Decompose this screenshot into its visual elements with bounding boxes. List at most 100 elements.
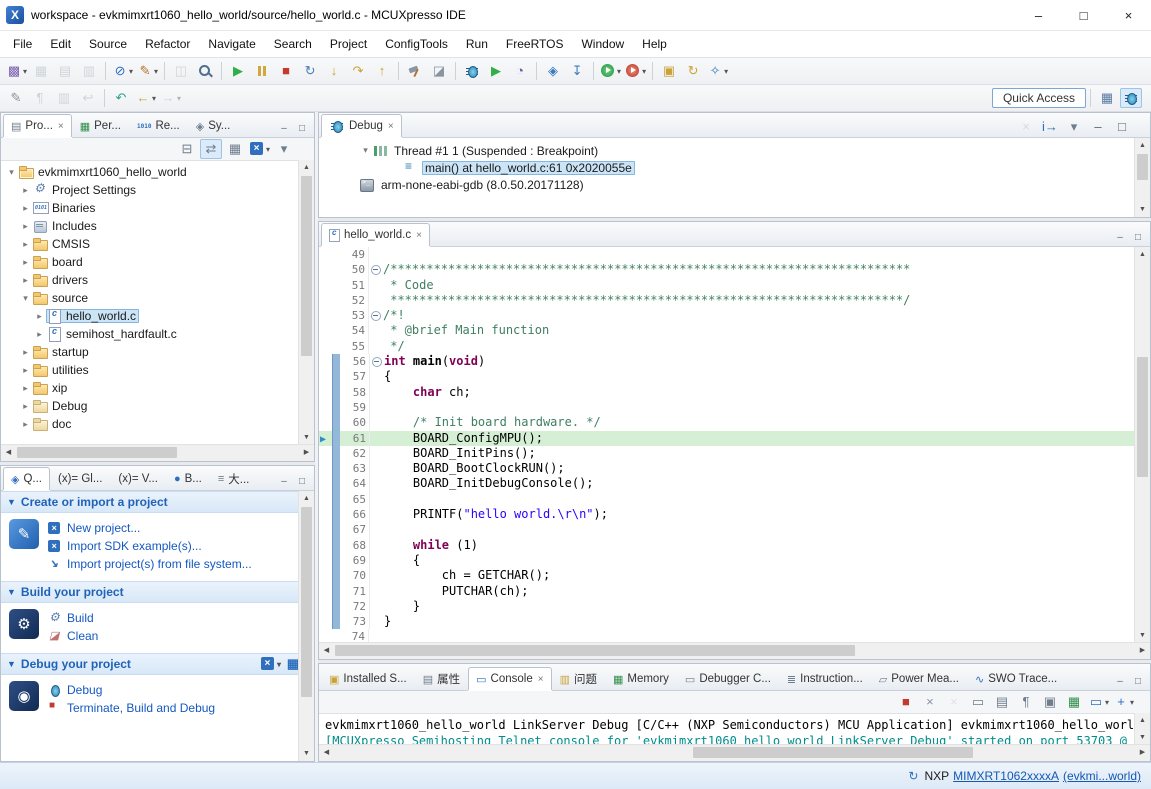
- show-stack-details-button[interactable]: i→: [1039, 117, 1061, 137]
- code-line-60[interactable]: 60 /* Init board hardware. */: [319, 415, 1150, 430]
- tab-x-gl[interactable]: (x)= Gl...: [50, 467, 110, 490]
- filter-config-button[interactable]: ▾: [248, 139, 271, 159]
- import-sdk-examples-button[interactable]: ↧: [566, 61, 588, 81]
- twisty-icon[interactable]: ▸: [19, 275, 32, 286]
- scroll-up-icon[interactable]: ▲: [1135, 138, 1150, 153]
- editor-vscrollbar[interactable]: ▲ ▼: [1134, 247, 1150, 643]
- scroll-up-icon[interactable]: ▲: [1135, 247, 1150, 262]
- minimize-panel-icon[interactable]: –: [1111, 228, 1129, 246]
- code-line-54[interactable]: 54 * @brief Main function: [319, 323, 1150, 338]
- refresh-button[interactable]: ↻: [682, 61, 704, 81]
- twisty-icon[interactable]: ▸: [19, 257, 32, 268]
- tree-item-startup[interactable]: ▸startup: [1, 343, 314, 361]
- tab-b[interactable]: ●B...: [166, 467, 210, 490]
- section-collapse-icon[interactable]: ▼: [7, 659, 16, 669]
- step-over-button[interactable]: ↷: [347, 61, 369, 81]
- code-line-61[interactable]: ▶61 BOARD_ConfigMPU();: [319, 431, 1150, 446]
- scroll-thumb[interactable]: [301, 507, 312, 697]
- scroll-thumb[interactable]: [693, 747, 973, 758]
- scroll-up-icon[interactable]: ▲: [299, 160, 314, 175]
- tree-item-xip[interactable]: ▸xip: [1, 379, 314, 397]
- scroll-thumb[interactable]: [1137, 154, 1148, 180]
- maximize-panel-icon[interactable]: □: [1129, 228, 1147, 246]
- remove-all-terminated-button[interactable]: ×: [943, 692, 965, 712]
- debug-perspective-button[interactable]: [1120, 88, 1142, 108]
- debug-row-main[interactable]: main() at hello_world.c:61 0x2020055e: [319, 159, 1150, 176]
- code-line-70[interactable]: 70 ch = GETCHAR();: [319, 568, 1150, 583]
- code-editor[interactable]: 4950/***********************************…: [319, 247, 1150, 642]
- scroll-thumb[interactable]: [1137, 357, 1148, 477]
- installed-sdks-button[interactable]: ▣: [658, 61, 680, 81]
- terminate-button[interactable]: ■: [275, 61, 297, 81]
- remove-launch-button[interactable]: ×: [919, 692, 941, 712]
- tab-q[interactable]: ◈Q...: [3, 467, 50, 490]
- scroll-down-icon[interactable]: ▼: [1135, 628, 1150, 643]
- target-sync-icon[interactable]: ↻: [908, 769, 918, 783]
- toggle-watchpoint-button[interactable]: ✎▾: [136, 61, 159, 81]
- quickstart-action-new-project[interactable]: New project...: [48, 519, 252, 537]
- scroll-left-icon[interactable]: ◀: [319, 643, 334, 658]
- restart-button[interactable]: ↻: [299, 61, 321, 81]
- device-link[interactable]: MIMXRT1062xxxxA: [953, 769, 1059, 783]
- scroll-left-icon[interactable]: ◀: [319, 745, 334, 760]
- code-line-71[interactable]: 71 PUTCHAR(ch);: [319, 584, 1150, 599]
- menu-item-help[interactable]: Help: [633, 33, 676, 55]
- new-project-wizard-button[interactable]: ◈: [542, 61, 564, 81]
- forward-button[interactable]: →▾: [159, 88, 182, 108]
- quickstart-action-debug[interactable]: Debug: [48, 681, 215, 699]
- section-header-create-or-import-a-project[interactable]: ▼Create or import a project: [1, 491, 314, 513]
- code-line-55[interactable]: 55 */: [319, 339, 1150, 354]
- maximize-button[interactable]: □: [1111, 117, 1133, 137]
- menu-item-refactor[interactable]: Refactor: [136, 33, 199, 55]
- show-whitespace-button[interactable]: ¶: [29, 88, 51, 108]
- close-icon[interactable]: ×: [58, 121, 64, 132]
- twisty-icon[interactable]: ▸: [33, 311, 46, 322]
- minimize-panel-icon[interactable]: –: [1111, 672, 1129, 690]
- quick-access-button[interactable]: Quick Access: [992, 88, 1086, 108]
- tree-item-binaries[interactable]: ▸Binaries: [1, 199, 314, 217]
- maximize-panel-icon[interactable]: □: [1129, 672, 1147, 690]
- tab-x-v[interactable]: (x)= V...: [110, 467, 166, 490]
- terminate-button[interactable]: ■: [895, 692, 917, 712]
- code-line-49[interactable]: 49: [319, 247, 1150, 262]
- section-collapse-icon[interactable]: ▼: [7, 497, 16, 507]
- menu-item-configtools[interactable]: ConfigTools: [376, 33, 457, 55]
- code-line-58[interactable]: 58 char ch;: [319, 385, 1150, 400]
- code-line-67[interactable]: 67: [319, 522, 1150, 537]
- tab-per[interactable]: ▦Per...: [72, 114, 129, 137]
- word-wrap-button[interactable]: ↩: [77, 88, 99, 108]
- code-line-51[interactable]: 51 * Code: [319, 278, 1150, 293]
- quickstart-action-import-sdk-example-s[interactable]: Import SDK example(s)...: [48, 537, 252, 555]
- scroll-lock-button[interactable]: ▤: [991, 692, 1013, 712]
- minimize-panel-icon[interactable]: –: [275, 119, 293, 137]
- code-line-50[interactable]: 50/*************************************…: [319, 262, 1150, 277]
- code-line-62[interactable]: 62 BOARD_InitPins();: [319, 446, 1150, 461]
- twisty-icon[interactable]: ▾: [19, 293, 32, 304]
- scroll-right-icon[interactable]: ▶: [299, 445, 314, 460]
- back-button[interactable]: ←▾: [134, 88, 157, 108]
- quickstart-action-build[interactable]: Build: [48, 609, 98, 627]
- menu-item-search[interactable]: Search: [265, 33, 321, 55]
- console-output[interactable]: evkmimxrt1060_hello_world LinkServer Deb…: [319, 714, 1150, 744]
- scroll-thumb[interactable]: [17, 447, 177, 458]
- tree-item-semihost-hardfault-c[interactable]: ▸semihost_hardfault.c: [1, 325, 314, 343]
- twisty-icon[interactable]: ▸: [19, 383, 32, 394]
- step-return-button[interactable]: ↑: [371, 61, 393, 81]
- code-line-65[interactable]: 65: [319, 492, 1150, 507]
- tree-item-source[interactable]: ▾source: [1, 289, 314, 307]
- run-button[interactable]: ▶: [485, 61, 507, 81]
- scroll-up-icon[interactable]: ▲: [1135, 713, 1150, 728]
- menu-item-file[interactable]: File: [4, 33, 41, 55]
- step-into-button[interactable]: ↓: [323, 61, 345, 81]
- twisty-icon[interactable]: ▸: [19, 185, 32, 196]
- menu-item-edit[interactable]: Edit: [41, 33, 80, 55]
- code-line-53[interactable]: 53/*!: [319, 308, 1150, 323]
- maximize-button[interactable]: □: [1061, 1, 1106, 30]
- close-icon[interactable]: ×: [388, 121, 394, 132]
- code-line-73[interactable]: 73}: [319, 614, 1150, 629]
- code-line-68[interactable]: 68 while (1): [319, 538, 1150, 553]
- search-button[interactable]: [194, 61, 216, 81]
- tab-console[interactable]: ▭Console×: [468, 667, 551, 690]
- quickstart-action-import-project-s-from-file-system[interactable]: Import project(s) from file system...: [48, 555, 252, 573]
- twisty-icon[interactable]: ▸: [19, 365, 32, 376]
